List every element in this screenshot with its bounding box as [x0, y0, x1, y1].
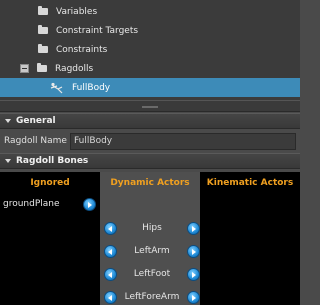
tree-item-ragdolls[interactable]: Ragdolls [0, 59, 300, 78]
folder-icon [38, 44, 48, 53]
move-right-icon[interactable] [83, 197, 96, 211]
move-left-icon[interactable] [104, 221, 117, 235]
bone-name: LeftFoot [133, 269, 171, 279]
list-item[interactable]: Hips [100, 220, 200, 236]
dynamic-actors-column-title: Dynamic Actors [110, 178, 190, 188]
section-ragdoll-bones-header[interactable]: Ragdoll Bones [0, 153, 300, 169]
ragdoll-icon [50, 82, 63, 93]
ignored-column: Ignored groundPlane [0, 172, 100, 305]
ragdoll-name-input[interactable] [70, 132, 296, 150]
kinematic-actors-column: Kinematic Actors [200, 172, 300, 305]
tree-item-constraints[interactable]: Constraints [0, 40, 300, 59]
list-item[interactable]: groundPlane [0, 196, 100, 212]
list-item[interactable]: LeftArm [100, 243, 200, 259]
tree-item-fullbody[interactable]: FullBody [0, 78, 300, 97]
ragdoll-bones-panel: Ignored groundPlane Dynamic Actors Hips … [0, 172, 300, 305]
collapse-toggle-icon[interactable] [20, 64, 29, 73]
move-left-icon[interactable] [104, 290, 117, 304]
bone-name: LeftArm [134, 246, 170, 256]
ragdoll-name-label: Ragdoll Name [4, 136, 67, 146]
tree-item-label: Variables [56, 6, 98, 17]
kinematic-actors-column-title: Kinematic Actors [206, 178, 294, 188]
grip-icon [142, 106, 158, 108]
dynamic-actors-column: Dynamic Actors Hips LeftArm LeftFoot Lef… [100, 172, 200, 305]
tree-item-variables[interactable]: Variables [0, 2, 300, 21]
bone-name: LeftForeArm [124, 292, 180, 302]
tree-item-label: FullBody [72, 82, 111, 93]
tree-item-constraint-targets[interactable]: Constraint Targets [0, 21, 300, 40]
folder-icon [38, 25, 48, 34]
ragdoll-name-row: Ragdoll Name [0, 130, 300, 152]
ignored-column-title: Ignored [30, 178, 70, 188]
scene-tree: Variables Constraint Targets Constraints… [0, 0, 300, 100]
move-left-icon[interactable] [104, 244, 117, 258]
expand-arrow-icon [5, 159, 11, 163]
section-title: Ragdoll Bones [16, 156, 89, 166]
expand-arrow-icon [5, 119, 11, 123]
move-left-icon[interactable] [104, 267, 117, 281]
tree-item-label: Ragdolls [55, 63, 94, 74]
section-general-header[interactable]: General [0, 113, 300, 129]
folder-icon [38, 6, 48, 15]
bone-name: groundPlane [3, 199, 60, 209]
move-right-icon[interactable] [187, 244, 200, 258]
list-item[interactable]: LeftForeArm [100, 289, 200, 305]
panel-splitter[interactable] [0, 100, 300, 112]
move-right-icon[interactable] [187, 290, 200, 304]
tree-item-label: Constraints [56, 44, 108, 55]
list-item[interactable]: LeftFoot [100, 266, 200, 282]
tree-item-label: Constraint Targets [56, 25, 139, 36]
move-right-icon[interactable] [187, 221, 200, 235]
bone-name: Hips [142, 223, 162, 233]
folder-icon [37, 63, 47, 72]
move-right-icon[interactable] [187, 267, 200, 281]
section-title: General [16, 116, 56, 126]
